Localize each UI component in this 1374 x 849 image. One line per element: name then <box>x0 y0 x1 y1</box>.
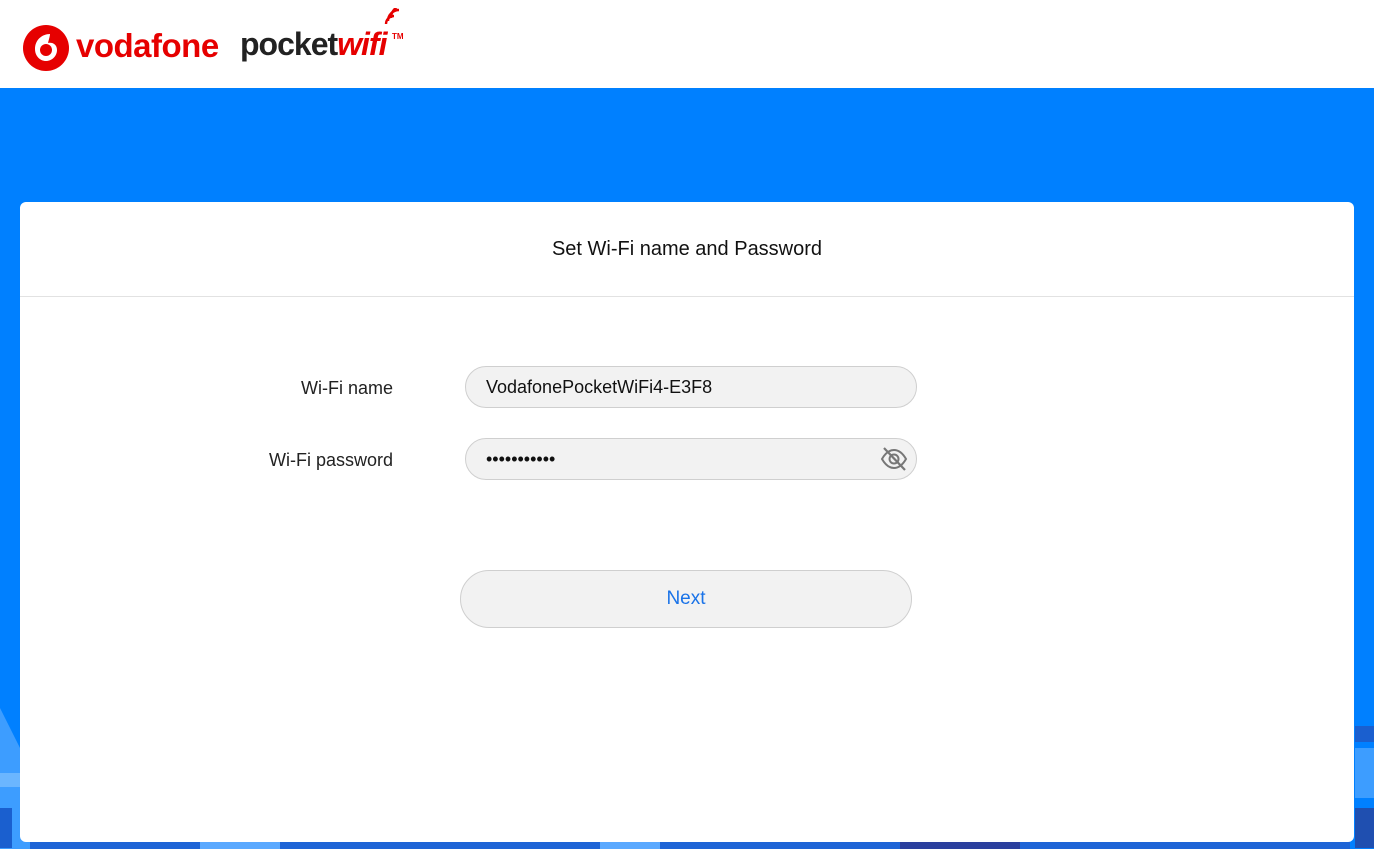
signal-icon <box>384 8 400 25</box>
wifi-name-label: Wi-Fi name <box>300 378 393 398</box>
trademark-mark: TM <box>392 32 404 41</box>
next-button[interactable]: Next <box>460 570 912 628</box>
vodafone-logo <box>23 25 69 71</box>
pocketwifi-prefix: pocket <box>240 26 338 62</box>
pocketwifi-wordmark: pocketwifi <box>240 22 387 66</box>
wifi-password-label: Wi-Fi password <box>268 450 393 470</box>
top-header: vodafone pocketwifi TM <box>0 0 1374 88</box>
dialog-title: Set Wi-Fi name and Password <box>20 202 1354 297</box>
eye-off-icon[interactable] <box>880 446 908 472</box>
wifi-password-input[interactable] <box>486 439 866 479</box>
vodafone-wordmark: vodafone <box>76 27 219 64</box>
wifi-name-field[interactable] <box>465 366 917 408</box>
wifi-password-field[interactable] <box>465 438 917 480</box>
setup-dialog: Set Wi-Fi name and Password Wi-Fi name W… <box>20 202 1354 842</box>
wifi-name-input[interactable] <box>486 367 866 407</box>
